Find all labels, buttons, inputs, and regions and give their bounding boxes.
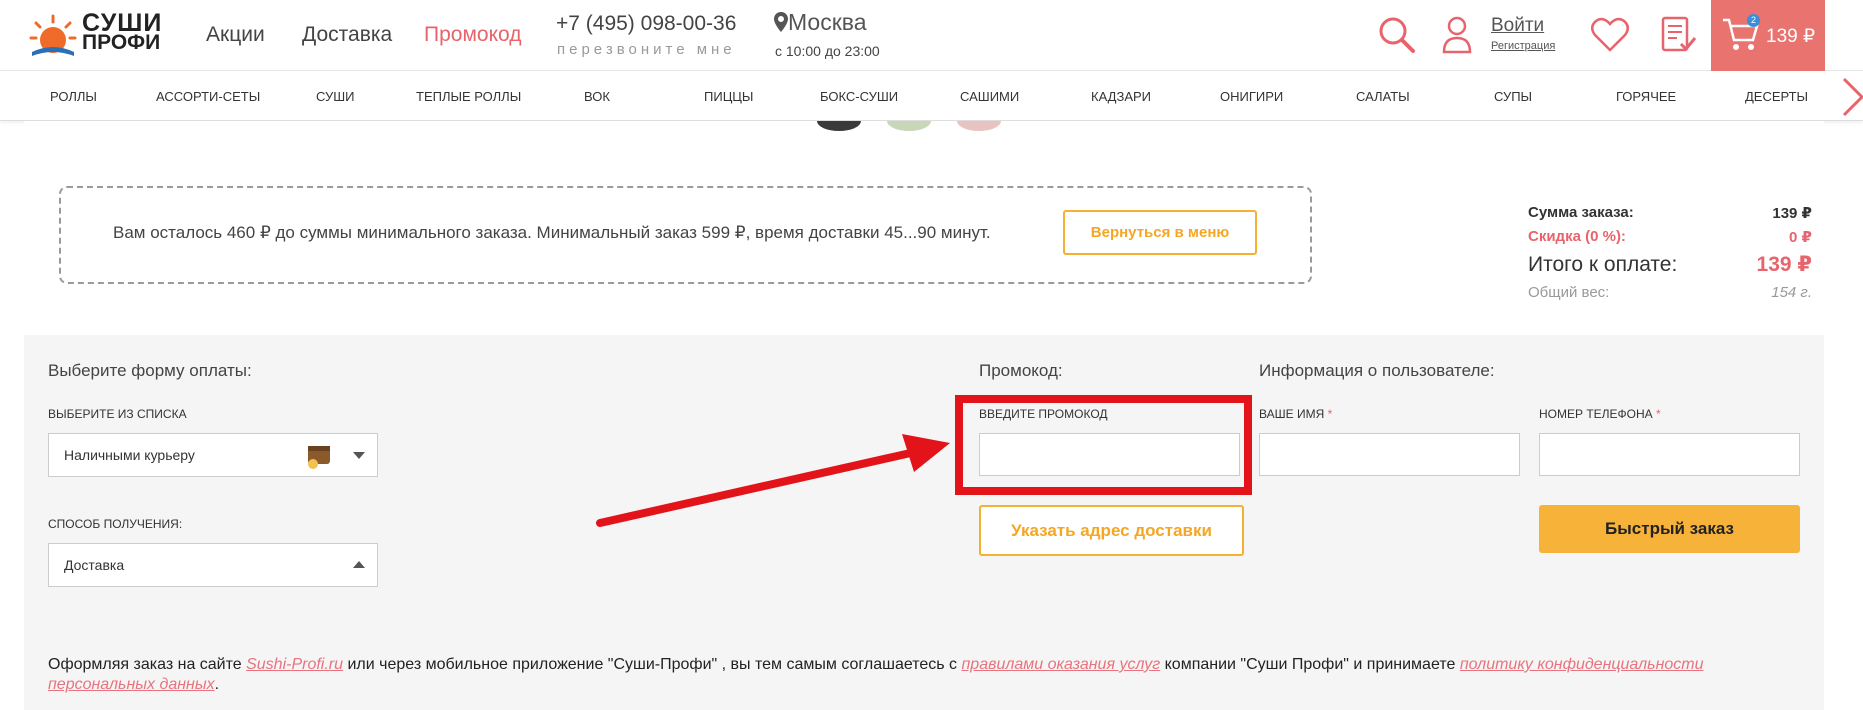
phone-label: Номер телефона * <box>1539 407 1661 421</box>
chevron-up-icon <box>353 561 365 568</box>
category-item[interactable]: Теплые роллы <box>416 89 521 104</box>
site-link[interactable]: Sushi-Profi.ru <box>246 656 343 673</box>
legal-notice: Оформляя заказ на сайте Sushi-Profi.ru и… <box>48 655 1798 695</box>
user-icon[interactable] <box>1436 14 1478 56</box>
logo[interactable]: СУШИ ПРОФИ <box>28 8 168 60</box>
cart-button[interactable]: 2 139 ₽ <box>1711 0 1825 71</box>
category-item[interactable]: Суши <box>316 89 354 104</box>
order-sum-value: 139 ₽ <box>1772 205 1812 222</box>
phone-number[interactable]: +7 (495) 098-00-36 <box>556 12 736 36</box>
required-mark: * <box>1656 407 1661 421</box>
order-sum-label: Сумма заказа: <box>1528 204 1634 221</box>
site-header: СУШИ ПРОФИ Акции Доставка Промокод +7 (4… <box>0 0 1863 71</box>
cart-count-badge: 2 <box>1747 14 1760 27</box>
category-item[interactable]: Кадзари <box>1091 89 1151 104</box>
product-thumbnails-edge <box>817 121 1001 131</box>
category-item[interactable]: Вок <box>584 89 610 104</box>
cart-total: 139 ₽ <box>1766 26 1816 47</box>
discount-value: 0 ₽ <box>1789 229 1812 246</box>
min-order-text: Вам осталось 460 ₽ до суммы минимального… <box>113 223 991 242</box>
payment-list-label: Выберите из списка <box>48 407 187 421</box>
nav-delivery[interactable]: Доставка <box>302 23 392 47</box>
nav-promotions[interactable]: Акции <box>206 23 265 47</box>
phone-input[interactable] <box>1539 433 1800 476</box>
category-item[interactable]: Ассорти-сеты <box>156 89 260 104</box>
delivery-method-select[interactable]: Доставка <box>48 543 378 587</box>
city-name: Москва <box>788 9 867 35</box>
wallet-icon <box>308 446 330 469</box>
category-bar: Роллы Ассорти-сеты Суши Теплые роллы Вок… <box>0 71 1863 121</box>
name-label: Ваше имя * <box>1259 407 1332 421</box>
nav-promocode[interactable]: Промокод <box>424 23 521 47</box>
chevron-down-icon <box>353 452 365 459</box>
category-item[interactable]: Онигири <box>1220 89 1283 104</box>
legal-text-2: или через мобильное приложение "Суши-Про… <box>343 656 962 673</box>
logo-sun-icon <box>29 14 77 56</box>
service-rules-link[interactable]: правилами оказания услуг <box>962 656 1161 673</box>
promo-highlight-box <box>955 395 1252 495</box>
total-label: Итого к оплате: <box>1528 253 1678 276</box>
phone-label-text: Номер телефона <box>1539 407 1653 421</box>
heart-icon[interactable] <box>1589 14 1631 56</box>
orders-list-icon[interactable] <box>1657 14 1699 56</box>
weight-label: Общий вес: <box>1528 284 1610 301</box>
legal-text-4: . <box>214 676 220 693</box>
annotation-arrow-icon <box>596 434 950 527</box>
category-item[interactable]: Роллы <box>50 89 97 104</box>
page: СУШИ ПРОФИ Акции Доставка Промокод +7 (4… <box>0 0 1863 710</box>
fast-order-button[interactable]: Быстрый заказ <box>1539 505 1800 553</box>
checkout-content: Вам осталось 460 ₽ до суммы минимального… <box>24 121 1824 710</box>
delivery-method-label: Способ получения: <box>48 517 183 531</box>
city-selector[interactable]: Москва <box>774 9 867 36</box>
promo-title: Промокод: <box>979 361 1063 380</box>
login-link[interactable]: Войти <box>1491 15 1544 37</box>
category-item[interactable]: Пиццы <box>704 89 753 104</box>
required-mark: * <box>1327 407 1333 421</box>
category-item[interactable]: Сашими <box>960 89 1019 104</box>
category-item[interactable]: Десерты <box>1745 89 1808 104</box>
working-hours: с 10:00 до 23:00 <box>775 43 880 59</box>
search-icon[interactable] <box>1376 14 1418 56</box>
legal-text-3: компании "Суши Профи" и принимаете <box>1160 656 1460 673</box>
category-item[interactable]: Салаты <box>1356 89 1410 104</box>
delivery-address-button[interactable]: Указать адрес доставки <box>979 505 1244 556</box>
weight-value: 154 г. <box>1771 284 1812 301</box>
back-to-menu-button[interactable]: Вернуться в меню <box>1063 210 1257 255</box>
payment-select-value: Наличными курьеру <box>64 447 195 463</box>
callback-link[interactable]: перезвоните мне <box>557 41 736 58</box>
payment-select[interactable]: Наличными курьеру <box>48 433 378 477</box>
name-label-text: Ваше имя <box>1259 407 1325 421</box>
discount-label: Скидка (0 %): <box>1528 228 1626 245</box>
payment-title: Выберите форму оплаты: <box>48 361 252 380</box>
name-input[interactable] <box>1259 433 1520 476</box>
category-item[interactable]: Супы <box>1494 89 1532 104</box>
min-order-notice: Вам осталось 460 ₽ до суммы минимального… <box>59 186 1312 284</box>
legal-text-1: Оформляя заказ на сайте <box>48 656 247 673</box>
register-link[interactable]: Регистрация <box>1491 40 1555 52</box>
logo-line2: ПРОФИ <box>82 31 161 54</box>
chevron-right-icon[interactable] <box>1840 75 1863 119</box>
category-item[interactable]: Бокс-суши <box>820 89 898 104</box>
category-item[interactable]: Горячее <box>1616 89 1676 104</box>
logo-text: СУШИ ПРОФИ <box>82 11 162 54</box>
location-pin-icon <box>774 12 788 32</box>
delivery-method-value: Доставка <box>64 557 125 573</box>
total-value: 139 ₽ <box>1756 253 1812 276</box>
user-info-title: Информация о пользователе: <box>1259 361 1495 380</box>
order-notice-area: Вам осталось 460 ₽ до суммы минимального… <box>24 121 1824 335</box>
